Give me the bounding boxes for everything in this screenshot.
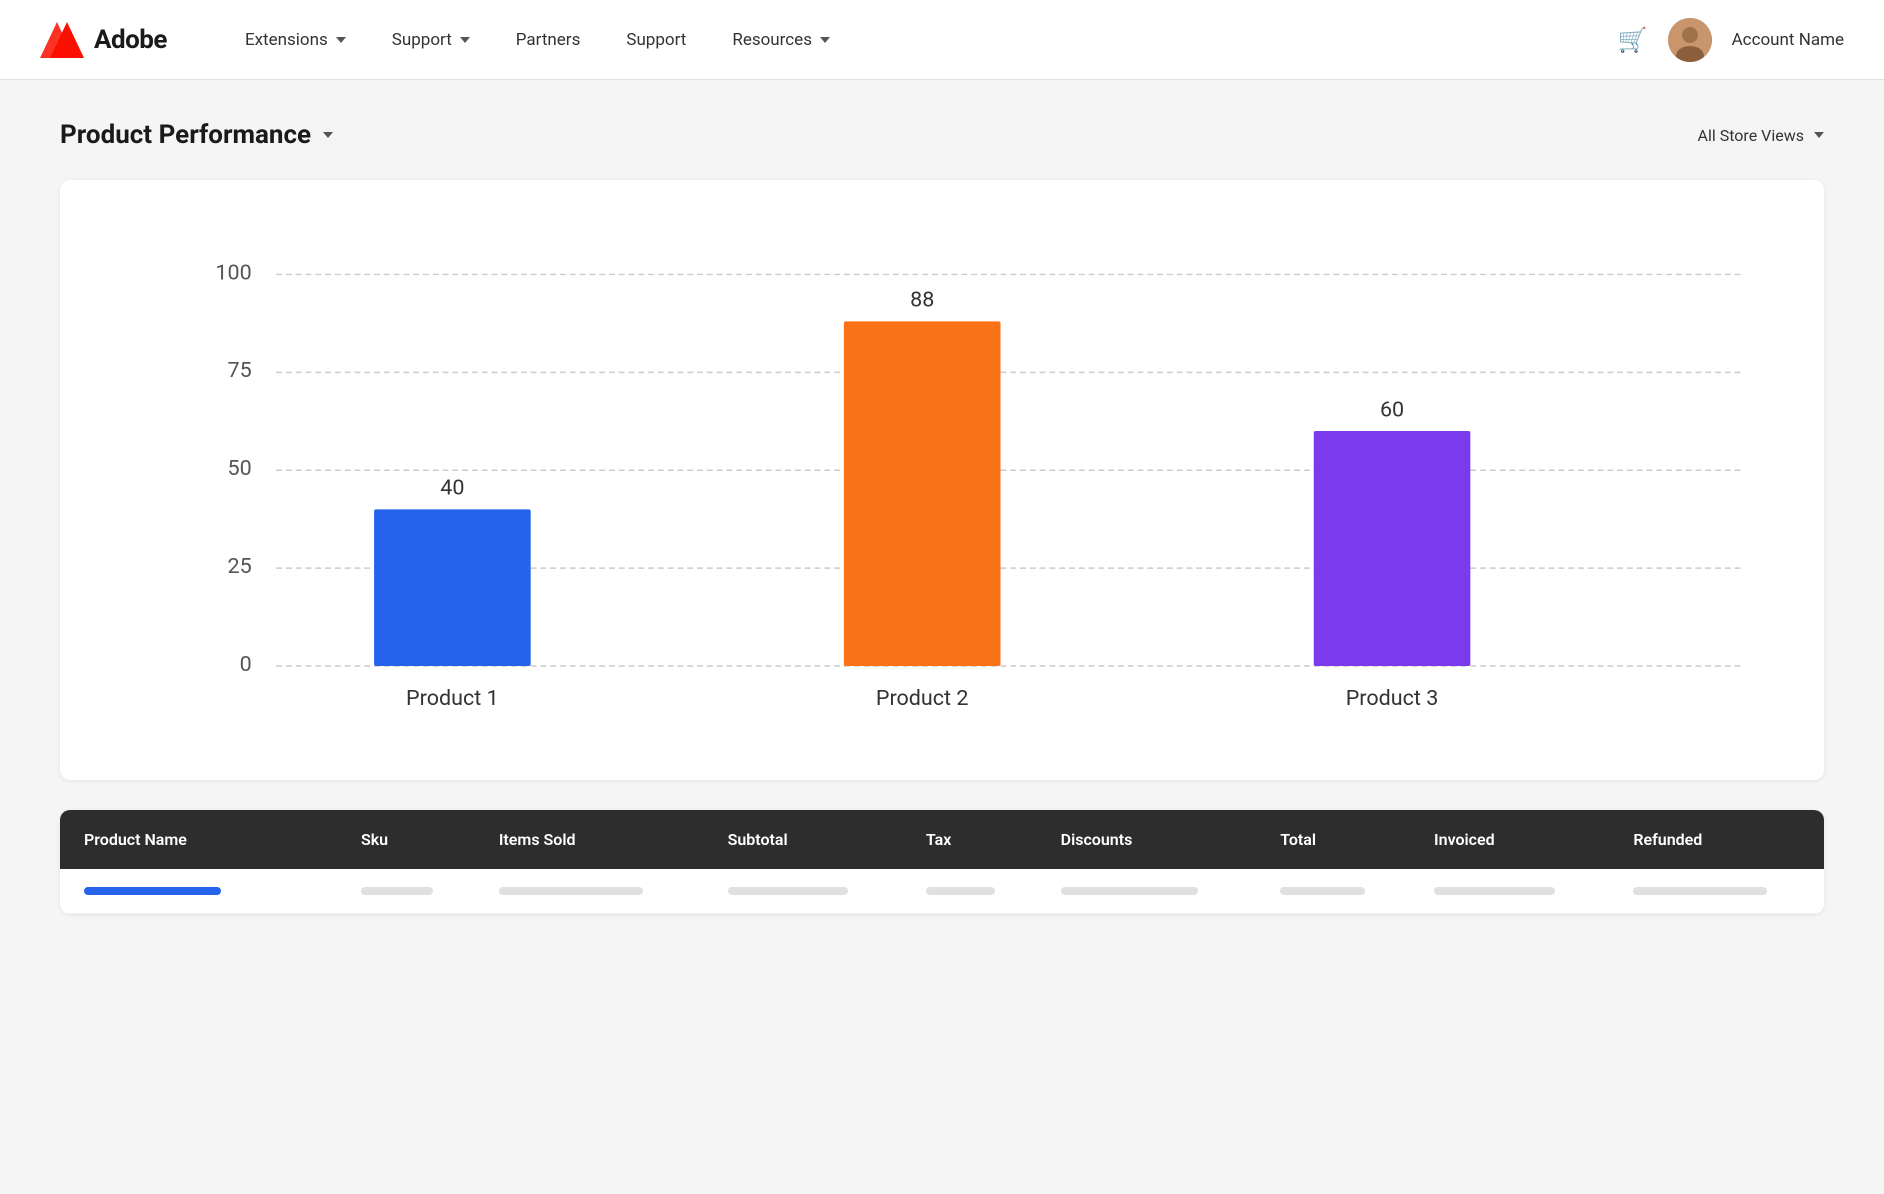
svg-text:50: 50: [228, 456, 252, 481]
loading-bar: [1280, 887, 1365, 895]
navbar: Adobe Extensions Support Partners Suppor…: [0, 0, 1884, 80]
page-header: Product Performance All Store Views: [60, 120, 1824, 150]
main-content: Product Performance All Store Views 100 …: [0, 80, 1884, 954]
chevron-down-icon: [1814, 132, 1824, 138]
navbar-right: 🛒 Account Name: [1618, 18, 1844, 62]
svg-text:0: 0: [240, 652, 252, 677]
svg-text:88: 88: [910, 288, 934, 313]
nav-items: Extensions Support Partners Support Reso…: [227, 22, 1618, 58]
table-row: [60, 869, 1824, 914]
logo[interactable]: Adobe: [40, 22, 167, 58]
chart-container: 100 75 50 25 0 40 Product 1 88 Product 2…: [100, 220, 1764, 740]
account-name[interactable]: Account Name: [1732, 30, 1844, 50]
svg-text:Product 3: Product 3: [1346, 686, 1439, 711]
svg-text:25: 25: [228, 554, 252, 579]
col-items-sold: Items Sold: [475, 810, 704, 869]
avatar[interactable]: [1668, 18, 1712, 62]
nav-item-support2[interactable]: Support: [608, 22, 704, 58]
col-tax: Tax: [902, 810, 1037, 869]
loading-bar: [1061, 887, 1198, 895]
chevron-down-icon: [460, 37, 470, 43]
col-sku: Sku: [337, 810, 475, 869]
col-refunded: Refunded: [1609, 810, 1824, 869]
bar-chart: 100 75 50 25 0 40 Product 1 88 Product 2…: [100, 220, 1764, 740]
loading-bar: [361, 887, 433, 895]
col-discounts: Discounts: [1037, 810, 1257, 869]
adobe-logo-icon: [40, 22, 84, 58]
svg-text:Product 1: Product 1: [406, 686, 499, 711]
loading-bar: [499, 887, 644, 895]
loading-bar: [84, 887, 221, 895]
data-table: Product Name Sku Items Sold Subtotal Tax: [60, 810, 1824, 914]
chevron-down-icon: [336, 37, 346, 43]
loading-bar: [1434, 887, 1555, 895]
bar-product3: [1314, 431, 1471, 666]
col-product-name: Product Name: [60, 810, 337, 869]
page-title[interactable]: Product Performance: [60, 120, 333, 150]
col-subtotal: Subtotal: [704, 810, 902, 869]
svg-text:75: 75: [228, 358, 252, 383]
logo-text: Adobe: [94, 25, 167, 55]
chart-card: 100 75 50 25 0 40 Product 1 88 Product 2…: [60, 180, 1824, 780]
table-card: Product Name Sku Items Sold Subtotal Tax: [60, 810, 1824, 914]
loading-bar: [1633, 887, 1766, 895]
cart-icon[interactable]: 🛒: [1618, 26, 1648, 54]
loading-bar: [728, 887, 848, 895]
svg-text:40: 40: [440, 476, 464, 501]
chevron-down-icon: [820, 37, 830, 43]
svg-text:100: 100: [215, 260, 251, 285]
nav-item-support1[interactable]: Support: [374, 22, 488, 58]
nav-item-partners[interactable]: Partners: [498, 22, 599, 58]
avatar-image: [1668, 18, 1712, 62]
svg-text:60: 60: [1380, 397, 1404, 422]
col-invoiced: Invoiced: [1410, 810, 1609, 869]
bar-product2: [844, 321, 1001, 666]
table-header-row: Product Name Sku Items Sold Subtotal Tax: [60, 810, 1824, 869]
chevron-down-icon: [323, 132, 333, 138]
loading-bar: [926, 887, 995, 895]
store-views-dropdown[interactable]: All Store Views: [1698, 126, 1824, 145]
nav-item-resources[interactable]: Resources: [714, 22, 848, 58]
svg-text:Product 2: Product 2: [876, 686, 969, 711]
col-total: Total: [1256, 810, 1410, 869]
bar-product1: [374, 509, 531, 666]
nav-item-extensions[interactable]: Extensions: [227, 22, 364, 58]
